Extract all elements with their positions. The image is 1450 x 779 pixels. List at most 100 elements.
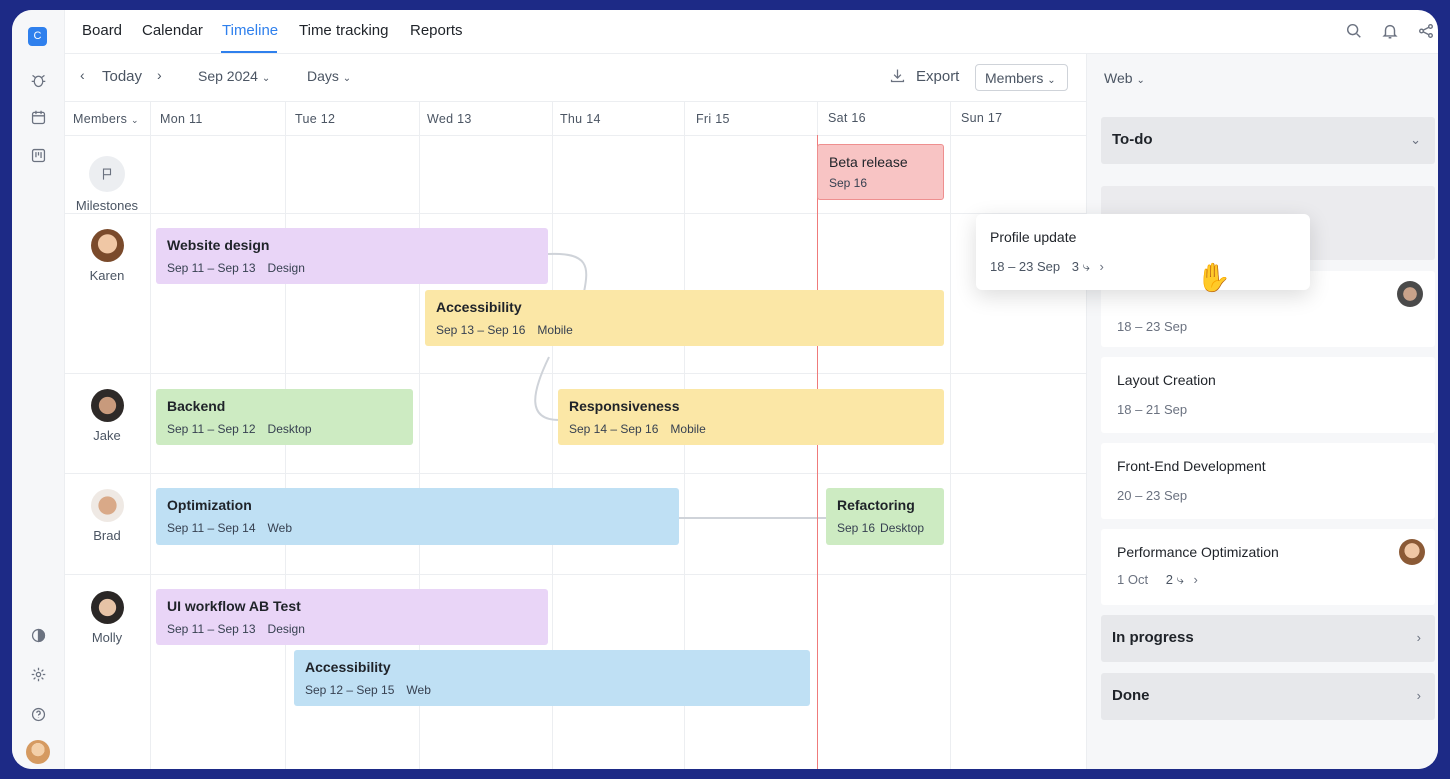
card-title: Front-End Development [1117, 458, 1266, 474]
task-dates: Sep 16 [829, 176, 868, 190]
task-bar[interactable]: Responsiveness Sep 14 – Sep 16 Mobile [558, 389, 944, 445]
task-bar[interactable]: Refactoring Sep 16 Desktop [826, 488, 944, 545]
notification-bell-icon[interactable] [1381, 22, 1399, 40]
chevron-down-icon: ⌄ [1410, 132, 1421, 147]
card-title: Profile update [990, 229, 1077, 245]
tab-reports[interactable]: Reports [410, 22, 463, 39]
current-day-line [817, 135, 818, 769]
avatar [90, 591, 124, 624]
task-bar[interactable]: Accessibility Sep 13 – Sep 16 Mobile [425, 290, 944, 346]
task-tag: Desktop [267, 422, 312, 436]
tab-calendar[interactable]: Calendar [142, 22, 203, 39]
download-icon[interactable] [889, 67, 906, 87]
avatar [90, 229, 124, 262]
milestones-row-label: Milestones [64, 156, 150, 213]
task-tag: Design [267, 622, 305, 636]
chevron-down-icon: ⌄ [1047, 75, 1056, 86]
task-bar[interactable]: UI workflow AB Test Sep 11 – Sep 13 Desig… [156, 589, 548, 645]
card-dates: 18 – 21 Sep [1117, 402, 1188, 417]
member-molly[interactable]: Molly [64, 591, 150, 645]
task-tag: Mobile [670, 422, 706, 436]
workspace-logo[interactable]: C [28, 27, 47, 46]
chevron-down-icon: ⌄ [261, 73, 271, 84]
section-in-progress[interactable]: In progress › [1101, 615, 1435, 662]
month-label: Sep 2024 [198, 68, 258, 84]
card-dates: 18 – 23 Sep [990, 259, 1061, 274]
task-title: Accessibility [305, 659, 391, 675]
prev-chevron-icon[interactable]: ‹ [80, 67, 85, 83]
chevron-right-icon[interactable]: › [1100, 259, 1104, 274]
card-title: Performance Optimization [1117, 544, 1279, 560]
project-filter[interactable]: Web ⌄ [1104, 70, 1145, 86]
board-icon[interactable] [27, 144, 49, 166]
members-filter-label: Members [985, 70, 1044, 86]
task-tag: Design [267, 261, 305, 275]
avatar [90, 489, 124, 522]
milestone-beta-release[interactable]: Beta release Sep 16 [817, 144, 944, 200]
search-icon[interactable] [1345, 22, 1363, 40]
task-title: Accessibility [436, 299, 522, 315]
share-icon[interactable] [1417, 22, 1435, 40]
chevron-right-icon: › [1416, 688, 1421, 703]
task-bar[interactable]: Optimization Sep 11 – Sep 14 Web [156, 488, 679, 545]
section-title: In progress [1112, 629, 1194, 646]
timeline-grid: Members ⌄ Mon 11 Tue 12 Wed 13 Thu 14 Fr… [64, 102, 1086, 769]
project-filter-label: Web [1104, 70, 1133, 86]
task-title: Backend [167, 398, 226, 414]
export-button[interactable]: Export [916, 68, 959, 85]
card-dates: 20 – 23 Sep [1117, 488, 1188, 503]
task-dates: Sep 16 [837, 521, 876, 535]
task-bar[interactable]: Backend Sep 11 – Sep 12 Desktop [156, 389, 413, 445]
section-todo[interactable]: To-do ⌄ [1101, 117, 1435, 164]
app-window: C Board Calendar Timeline Time tracking … [12, 10, 1438, 769]
left-rail: C [12, 10, 65, 769]
task-card[interactable]: Layout Creation 18 – 21 Sep [1101, 357, 1435, 433]
dragged-task-card[interactable]: Profile update 18 – 23 Sep 3 ⤷ › ✋ [976, 214, 1310, 293]
milestones-label: Milestones [75, 198, 139, 213]
calendar-icon[interactable] [27, 106, 49, 128]
task-dates: Sep 14 – Sep 16 [569, 422, 659, 436]
section-title: To-do [1112, 131, 1153, 148]
today-button[interactable]: Today [102, 68, 142, 85]
task-bar[interactable]: Website design Sep 11 – Sep 13 Design [156, 228, 548, 284]
avatar [1397, 281, 1423, 307]
theme-contrast-icon[interactable] [27, 624, 49, 646]
task-bar[interactable]: Accessibility Sep 12 – Sep 15 Web [294, 650, 810, 706]
chevron-right-icon[interactable]: › [1193, 572, 1197, 587]
bug-icon[interactable] [27, 69, 49, 91]
section-done[interactable]: Done › [1101, 673, 1435, 720]
subtask-count: 3 [1071, 259, 1079, 274]
grab-cursor-icon: ✋ [1196, 262, 1231, 293]
task-dates: Sep 11 – Sep 13 [167, 622, 256, 636]
task-tag: Desktop [880, 521, 925, 535]
task-card[interactable]: Front-End Development 20 – 23 Sep [1101, 443, 1435, 519]
tab-board[interactable]: Board [82, 22, 122, 39]
scale-label: Days [307, 68, 339, 84]
task-tag: Web [267, 521, 292, 535]
next-chevron-icon[interactable]: › [157, 67, 162, 83]
chevron-right-icon: › [1416, 630, 1421, 645]
card-dates: 18 – 23 Sep [1117, 319, 1188, 334]
members-filter-button[interactable]: Members ⌄ [975, 64, 1068, 91]
user-avatar[interactable] [26, 740, 50, 764]
scale-selector[interactable]: Days ⌄ [307, 68, 351, 84]
task-title: Refactoring [837, 497, 915, 513]
settings-gear-icon[interactable] [27, 663, 49, 685]
task-dates: Sep 12 – Sep 15 [305, 683, 395, 697]
task-tag: Web [406, 683, 431, 697]
task-tag: Mobile [537, 323, 573, 337]
member-brad[interactable]: Brad [64, 489, 150, 543]
subtask-icon: ⤷ [1176, 572, 1184, 587]
task-title: Responsiveness [569, 398, 680, 414]
month-selector[interactable]: Sep 2024 ⌄ [198, 68, 270, 84]
member-karen[interactable]: Karen [64, 229, 150, 283]
tab-timeline[interactable]: Timeline [222, 22, 278, 39]
card-title: Layout Creation [1117, 372, 1216, 388]
tab-time-tracking[interactable]: Time tracking [299, 22, 388, 39]
task-title: UI workflow AB Test [167, 598, 301, 614]
task-dates: Sep 11 – Sep 13 [167, 261, 256, 275]
task-title: Optimization [167, 497, 252, 513]
help-icon[interactable] [27, 703, 49, 725]
member-jake[interactable]: Jake [64, 389, 150, 443]
task-card[interactable]: Performance Optimization 1 Oct 2 ⤷ › [1101, 529, 1435, 605]
